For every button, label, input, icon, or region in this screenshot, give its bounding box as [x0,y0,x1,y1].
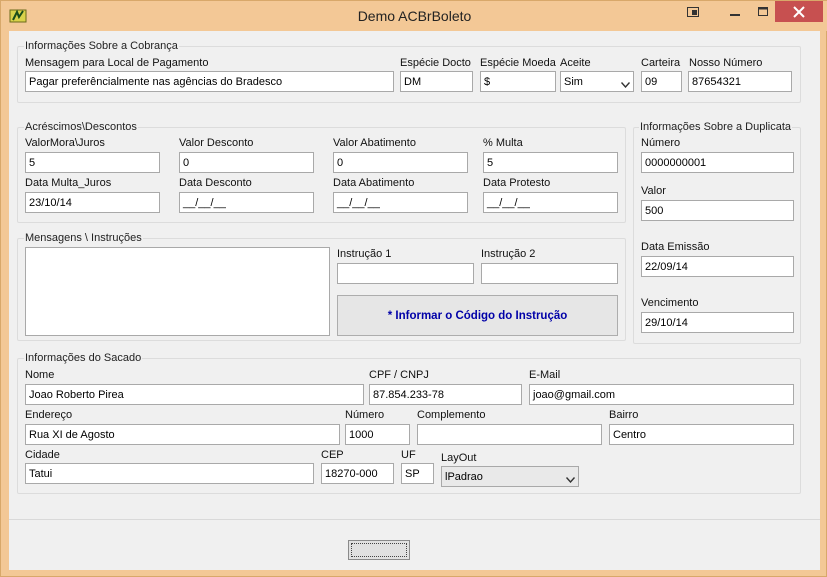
especie-docto-field[interactable]: DM [400,71,473,92]
valor-abatimento-label: Valor Abatimento [333,137,416,149]
especie-docto-label: Espécie Docto [400,57,471,69]
endereco-label: Endereço [25,409,73,421]
chevron-down-icon [565,473,576,484]
data-abatimento-label: Data Abatimento [333,177,415,189]
valor-mora-label: ValorMora\Juros [25,137,105,149]
client-area: Informações Sobre a Cobrança Mensagem pa… [9,31,820,570]
vencimento-field[interactable]: 29/10/14 [641,312,794,333]
data-desconto-label: Data Desconto [179,177,252,189]
cep-label: CEP [321,449,344,461]
aceite-label: Aceite [560,57,591,69]
data-multa-label: Data Multa_Juros [25,177,112,189]
especie-moeda-label: Espécie Moeda [480,57,556,69]
title-bar: Demo ACBrBoleto [1,1,827,31]
window-extra-icon[interactable] [677,1,709,23]
sacado-group-label: Informações do Sacado [24,352,143,364]
multa-label: % Multa [483,137,523,149]
local-pagamento-field[interactable]: Pagar preferêncialmente nas agências do … [25,71,394,92]
mensagens-group-label: Mensagens \ Instruções [24,232,143,244]
complemento-label: Complemento [417,409,486,421]
dup-valor-label: Valor [641,185,666,197]
app-window: Demo ACBrBoleto Informações Sobre a Cobr… [0,0,827,577]
cep-field[interactable]: 18270-000 [321,463,394,484]
dup-valor-field[interactable]: 500 [641,200,794,221]
multa-field[interactable]: 5 [483,152,618,173]
data-emissao-label: Data Emissão [641,241,710,253]
sacado-nome-field[interactable]: Joao Roberto Pirea [25,384,364,405]
data-protesto-label: Data Protesto [483,177,551,189]
dup-numero-label: Número [641,137,681,149]
layout-label: LayOut [441,452,477,464]
bairro-label: Bairro [609,409,639,421]
sacado-nome-label: Nome [25,369,55,381]
action-button[interactable] [348,540,410,560]
valor-abatimento-field[interactable]: 0 [333,152,468,173]
acrescimos-group-label: Acréscimos\Descontos [24,121,138,133]
data-desconto-field[interactable]: __/__/__ [179,192,314,213]
instrucao2-field[interactable] [481,263,618,284]
chevron-down-icon [620,78,631,89]
valor-desconto-field[interactable]: 0 [179,152,314,173]
informar-codigo-button[interactable]: * Informar o Código do Instrução [337,295,618,336]
local-pagamento-label: Mensagem para Local de Pagamento [25,57,209,69]
cobranca-group-label: Informações Sobre a Cobrança [24,40,179,52]
cpf-label: CPF / CNPJ [369,369,429,381]
valor-desconto-label: Valor Desconto [179,137,254,149]
close-icon[interactable] [775,1,823,22]
cidade-field[interactable]: Tatui [25,463,314,484]
cidade-label: Cidade [25,449,60,461]
bottom-panel [9,519,820,570]
dup-numero-field[interactable]: 0000000001 [641,152,794,173]
email-label: E-Mail [529,369,561,381]
data-protesto-field[interactable]: __/__/__ [483,192,618,213]
nosso-numero-label: Nosso Número [689,57,763,69]
duplicata-group-label: Informações Sobre a Duplicata [639,121,793,133]
sacado-numero-field[interactable]: 1000 [345,424,410,445]
valor-mora-field[interactable]: 5 [25,152,160,173]
cpf-field[interactable]: 87.854.233-78 [369,384,522,405]
instrucao2-label: Instrução 2 [481,248,536,260]
instrucao1-field[interactable] [337,263,474,284]
uf-field[interactable]: SP [401,463,434,484]
aceite-select[interactable]: Sim [560,71,634,92]
mensagens-memo[interactable] [25,247,330,336]
email-field[interactable]: joao@gmail.com [529,384,794,405]
instrucao1-label: Instrução 1 [337,248,392,260]
layout-select[interactable]: lPadrao [441,466,579,487]
carteira-field[interactable]: 09 [641,71,682,92]
layout-selected-value: lPadrao [445,471,483,483]
data-emissao-field[interactable]: 22/09/14 [641,256,794,277]
endereco-field[interactable]: Rua XI de Agosto [25,424,340,445]
aceite-selected-value: Sim [564,76,583,88]
sacado-numero-label: Número [345,409,385,421]
carteira-label: Carteira [641,57,681,69]
data-abatimento-field[interactable]: __/__/__ [333,192,468,213]
especie-moeda-field[interactable]: $ [480,71,556,92]
vencimento-label: Vencimento [641,297,699,309]
data-multa-field[interactable]: 23/10/14 [25,192,160,213]
bairro-field[interactable]: Centro [609,424,794,445]
complemento-field[interactable] [417,424,602,445]
uf-label: UF [401,449,416,461]
nosso-numero-field[interactable]: 87654321 [688,71,792,92]
